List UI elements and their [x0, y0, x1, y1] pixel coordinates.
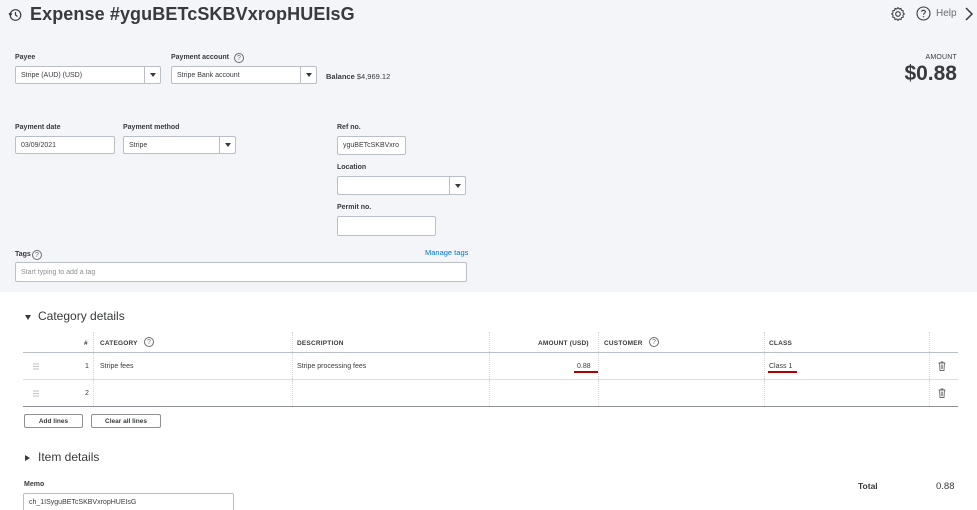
account-balance: Balance $4,969.12	[326, 72, 390, 81]
column-divider	[93, 380, 94, 406]
balance-value: $4,969.12	[356, 72, 391, 81]
gear-icon[interactable]	[890, 6, 906, 22]
chevron-down-icon[interactable]	[300, 67, 316, 83]
table-row[interactable]: 1 Stripe fees Stripe processing fees 0.8…	[23, 353, 958, 380]
column-divider	[93, 353, 94, 379]
chevron-down-icon[interactable]	[219, 137, 235, 153]
memo-label: Memo	[24, 481, 45, 488]
column-divider	[292, 353, 293, 379]
amount-label: AMOUNT	[925, 54, 957, 61]
location-label: Location	[337, 164, 367, 171]
total-label: Total	[858, 481, 878, 491]
chevron-right-icon[interactable]	[964, 6, 974, 22]
row-description[interactable]: Stripe processing fees	[297, 363, 366, 370]
table-row[interactable]: 2	[23, 380, 958, 407]
item-details-title[interactable]: Item details	[38, 450, 99, 464]
permit-no-field[interactable]	[337, 216, 436, 236]
col-header-amount: AMOUNT (USD)	[538, 340, 589, 347]
chevron-down-icon[interactable]	[144, 67, 160, 83]
col-header-customer: CUSTOMER	[604, 340, 643, 347]
column-divider	[489, 332, 490, 352]
row-number: 1	[85, 363, 89, 370]
column-divider	[292, 332, 293, 352]
class-annotation-underline	[768, 371, 797, 373]
clear-all-lines-button[interactable]: Clear all lines	[91, 414, 161, 428]
help-icon[interactable]: ?	[649, 337, 659, 347]
column-divider	[598, 353, 599, 379]
payment-method-value: Stripe	[129, 141, 148, 149]
amount-value: $0.88	[904, 62, 957, 85]
tags-input[interactable]: Start typing to add a tag	[15, 262, 467, 282]
column-divider	[929, 353, 930, 379]
help-icon[interactable]: ?	[234, 53, 244, 63]
payment-date-value: 03/09/2021	[21, 141, 57, 149]
table-header: # CATEGORY ? DESCRIPTION AMOUNT (USD) CU…	[23, 332, 958, 353]
help-label[interactable]: Help	[936, 8, 957, 19]
page-title: Expense #yguBETcSKBVxropHUEIsG	[30, 4, 355, 24]
expand-triangle-icon[interactable]	[25, 455, 30, 461]
column-divider	[764, 353, 765, 379]
drag-handle-icon[interactable]	[33, 390, 39, 397]
chevron-down-icon[interactable]	[449, 177, 465, 194]
payment-account-label: Payment account	[171, 54, 229, 61]
add-lines-button[interactable]: Add lines	[24, 414, 83, 428]
amount-annotation-underline	[574, 371, 598, 373]
column-divider	[489, 353, 490, 379]
col-header-description: DESCRIPTION	[297, 340, 344, 347]
column-divider	[929, 332, 930, 352]
balance-label: Balance	[326, 72, 355, 81]
history-icon[interactable]	[8, 8, 22, 22]
category-details-title[interactable]: Category details	[38, 309, 125, 323]
memo-field[interactable]: ch_1ISyguBETcSKBVxropHUEIsG	[23, 493, 234, 510]
column-divider	[929, 380, 930, 406]
ref-no-value: yguBETcSKBVxro	[343, 142, 400, 149]
permit-no-label: Permit no.	[337, 204, 372, 211]
payment-account-select[interactable]: Stripe Bank account	[171, 66, 317, 84]
row-category[interactable]: Stripe fees	[100, 363, 133, 370]
row-amount[interactable]: 0.88	[577, 363, 591, 370]
tags-label: Tags	[15, 251, 31, 258]
ref-no-field[interactable]: yguBETcSKBVxro	[337, 136, 406, 155]
column-divider	[93, 332, 94, 352]
drag-handle-icon[interactable]	[33, 363, 39, 370]
collapse-triangle-icon[interactable]	[25, 315, 31, 320]
total-value: 0.88	[936, 481, 955, 492]
column-divider	[292, 380, 293, 406]
payment-method-label: Payment method	[123, 124, 180, 131]
payee-value: Stripe (AUD) (USD)	[21, 71, 83, 79]
col-header-num: #	[84, 340, 88, 347]
col-header-category: CATEGORY	[100, 340, 138, 347]
column-divider	[598, 332, 599, 352]
tags-placeholder: Start typing to add a tag	[21, 268, 96, 276]
memo-value: ch_1ISyguBETcSKBVxropHUEIsG	[29, 499, 137, 506]
column-divider	[764, 332, 765, 352]
payee-label: Payee	[15, 54, 36, 61]
ref-no-label: Ref no.	[337, 124, 361, 131]
row-class[interactable]: Class 1	[769, 363, 792, 370]
column-divider	[598, 380, 599, 406]
help-icon[interactable]	[916, 6, 931, 21]
col-header-class: CLASS	[769, 340, 793, 347]
row-number: 2	[85, 390, 89, 397]
payee-select[interactable]: Stripe (AUD) (USD)	[15, 66, 161, 84]
help-icon[interactable]: ?	[144, 337, 154, 347]
manage-tags-link[interactable]: Manage tags	[425, 248, 468, 257]
trash-icon[interactable]	[938, 361, 946, 371]
help-icon[interactable]: ?	[32, 250, 42, 260]
payment-account-value: Stripe Bank account	[177, 71, 240, 79]
location-select[interactable]	[337, 176, 466, 195]
payment-date-field[interactable]: 03/09/2021	[15, 136, 115, 154]
payment-date-label: Payment date	[15, 124, 61, 131]
column-divider	[764, 380, 765, 406]
payment-method-select[interactable]: Stripe	[123, 136, 236, 154]
trash-icon[interactable]	[938, 388, 946, 398]
column-divider	[489, 380, 490, 406]
